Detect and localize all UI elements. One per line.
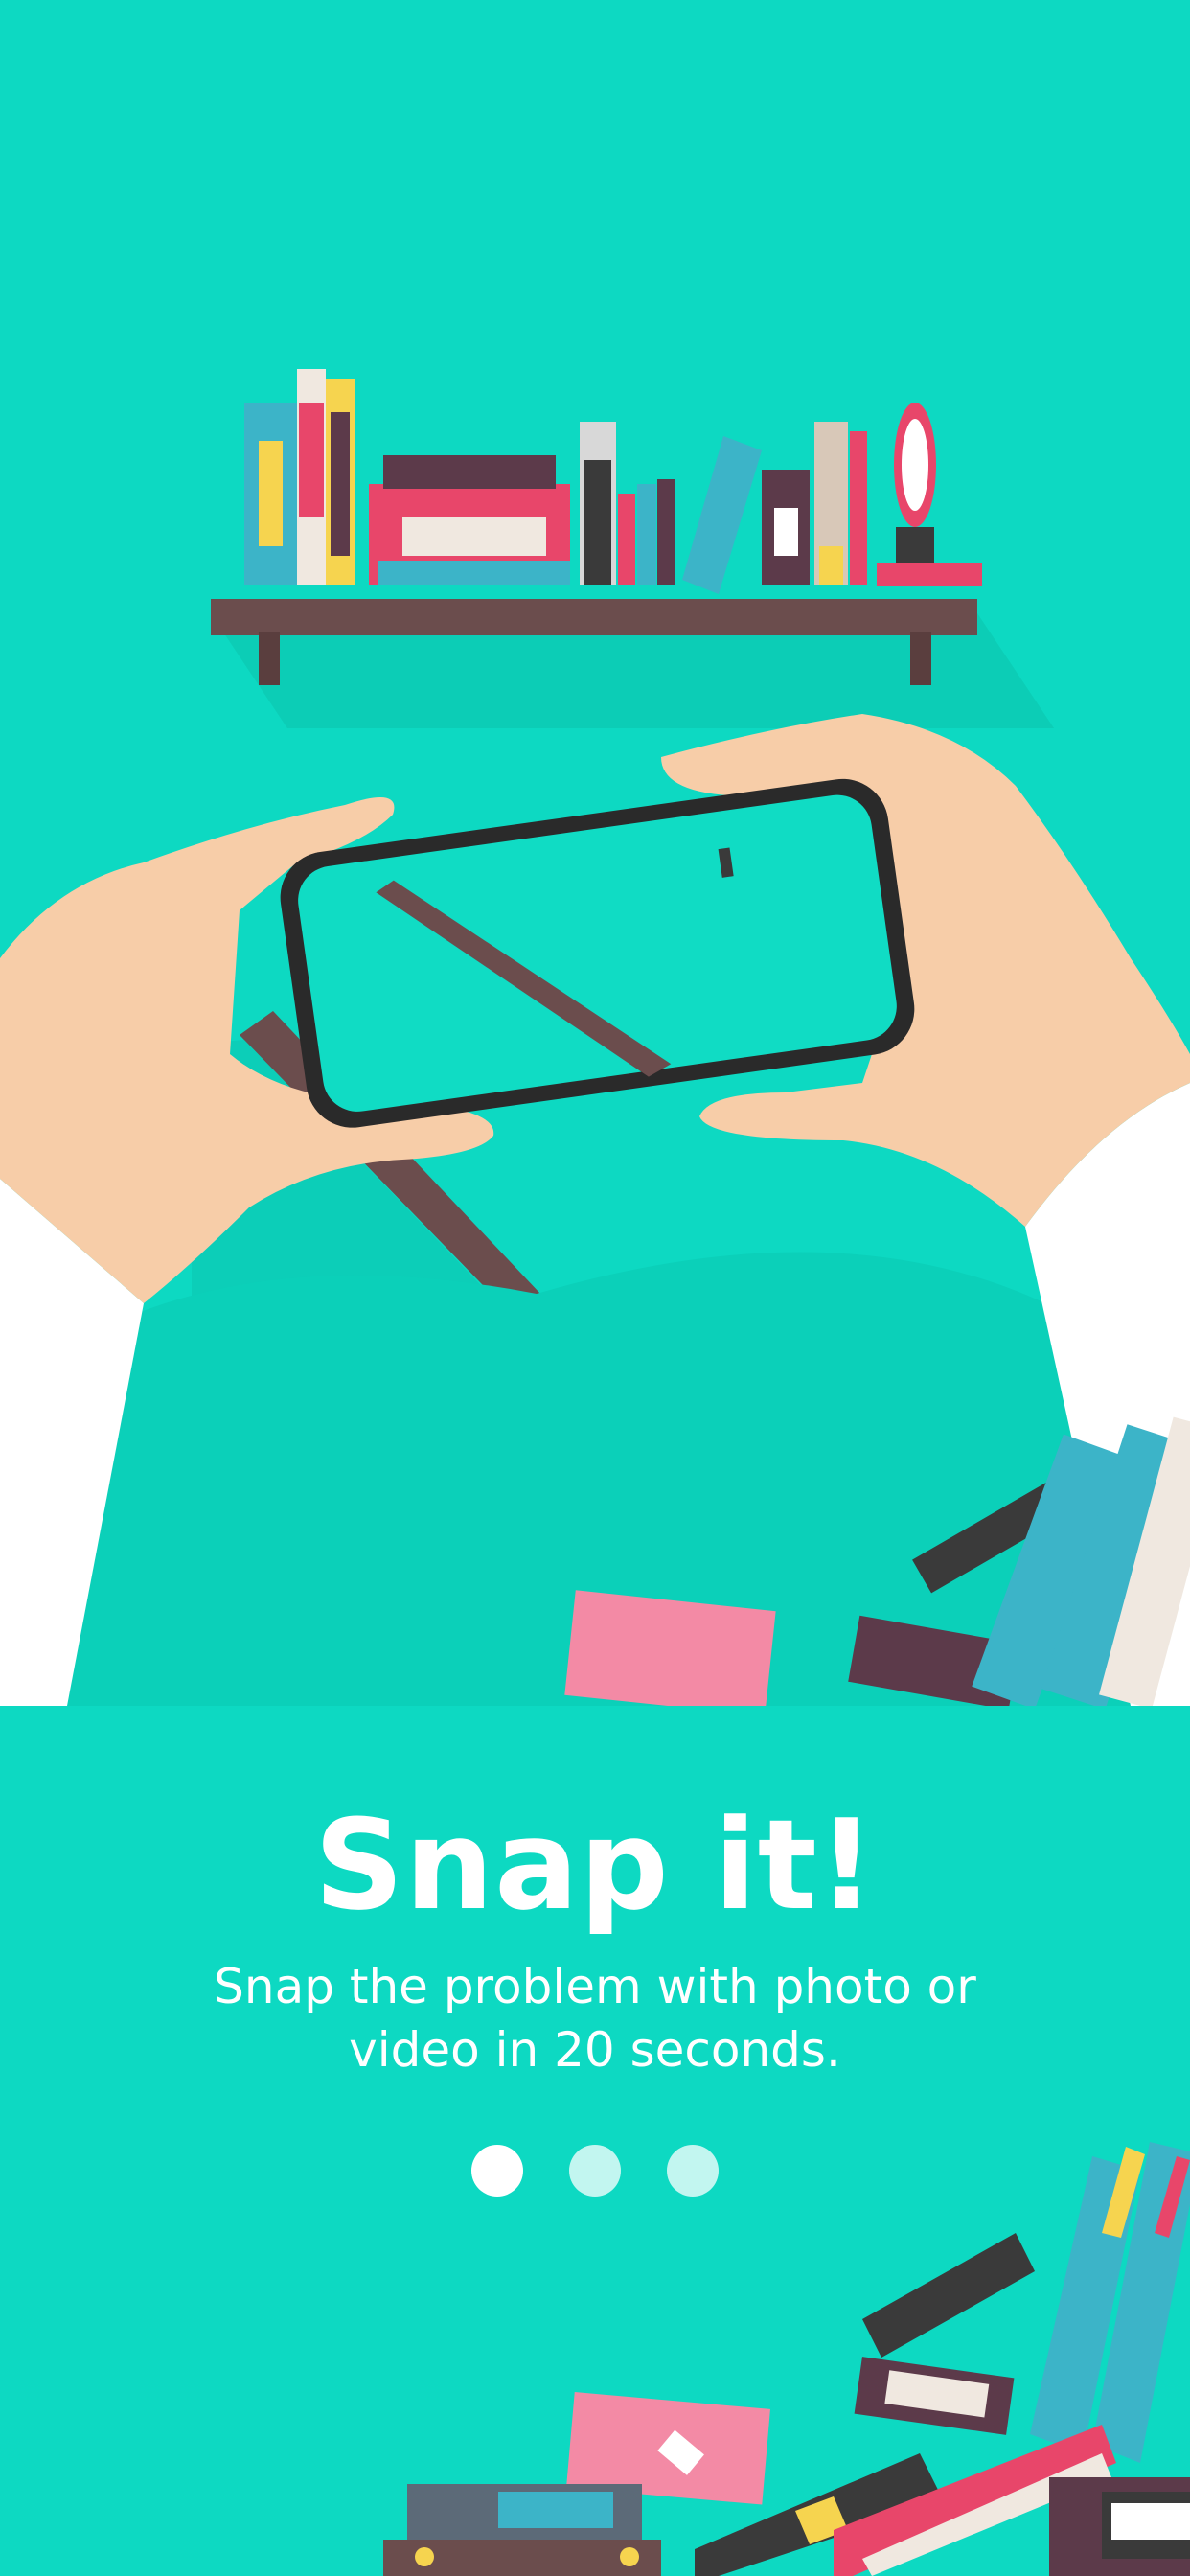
page-indicator — [0, 2145, 1190, 2196]
snap-illustration — [0, 369, 1190, 1706]
bookshelf-books — [244, 369, 982, 594]
subtitle-line-1: Snap the problem with photo or — [214, 1959, 976, 2014]
page-subtitle: Snap the problem with photo or video in … — [0, 1955, 1190, 2082]
page-dot-2[interactable] — [569, 2145, 621, 2196]
page-dot-3[interactable] — [667, 2145, 719, 2196]
page-dot-1[interactable] — [471, 2145, 523, 2196]
shelf-board — [211, 599, 977, 635]
page-title: Snap it! — [313, 1792, 877, 1938]
onboarding-screen: Snap it! Snap the problem with photo or … — [0, 0, 1190, 2576]
subtitle-line-2: video in 20 seconds. — [349, 2022, 841, 2078]
